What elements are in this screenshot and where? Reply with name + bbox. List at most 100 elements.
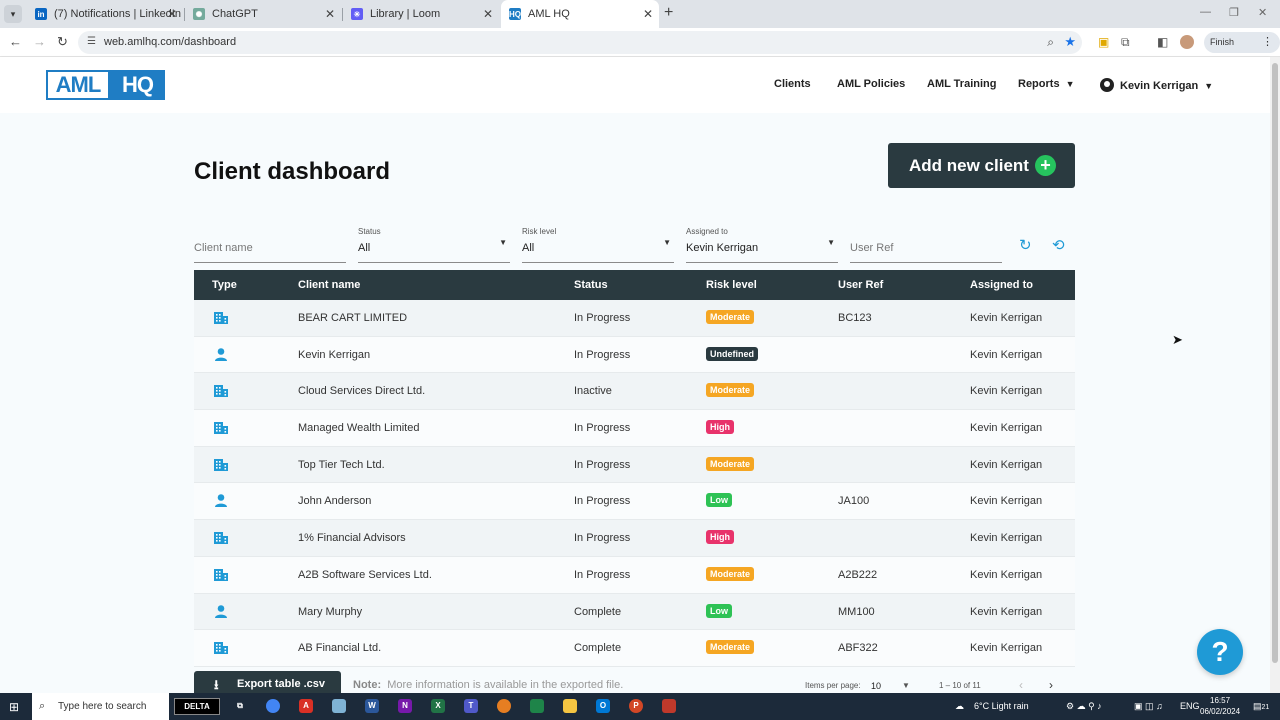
minimize-icon[interactable]: —	[1200, 6, 1211, 18]
caret-down-icon[interactable]: ▼	[902, 681, 910, 690]
app-header: AML HQ Clients AML Policies AML Training…	[0, 57, 1270, 113]
excel-icon[interactable]: X	[431, 699, 445, 713]
side-panel-icon[interactable]: ◧	[1157, 35, 1168, 49]
client-name-cell[interactable]: Managed Wealth Limited	[298, 422, 419, 434]
acrobat-icon[interactable]: A	[299, 699, 313, 713]
restore-icon[interactable]: ❐	[1229, 6, 1239, 19]
nav-aml-policies[interactable]: AML Policies	[837, 78, 905, 90]
app-icon[interactable]	[332, 699, 346, 713]
refresh-icon[interactable]: ↻	[1019, 236, 1032, 254]
tray-icons[interactable]: ▣ ◫ ♫	[1134, 701, 1163, 712]
zoom-icon[interactable]: ⌕	[1047, 35, 1054, 50]
extensions-puzzle-icon[interactable]: ⧉	[1121, 35, 1130, 50]
table-row[interactable]: Mary Murphy Complete Low MM100 Kevin Kerriga…	[194, 593, 1075, 631]
bookmark-star-icon[interactable]: ★	[1064, 34, 1076, 50]
powerpoint-icon[interactable]: P	[629, 699, 643, 713]
scrollbar-thumb[interactable]	[1272, 63, 1278, 663]
reset-filters-icon[interactable]: ⟲	[1052, 236, 1065, 254]
status-cell: In Progress	[574, 532, 631, 545]
new-tab-button[interactable]: +	[664, 4, 673, 22]
profile-avatar[interactable]	[1180, 35, 1194, 49]
column-header-user-ref[interactable]: User Ref	[838, 279, 883, 291]
client-name-cell[interactable]: Cloud Services Direct Ltd.	[298, 385, 425, 397]
notifications-icon[interactable]: ▤21	[1253, 701, 1269, 712]
table-row[interactable]: Top Tier Tech Ltd. In Progress Moderate Kev…	[194, 446, 1075, 484]
risk-level-filter[interactable]: Risk level All ▼	[522, 227, 674, 263]
site-info-icon[interactable]: ☰	[87, 36, 96, 47]
column-header-client-name[interactable]: Client name	[298, 279, 360, 291]
amlhq-logo[interactable]: AML HQ	[46, 70, 165, 100]
table-row[interactable]: Cloud Services Direct Ltd. Inactive Modera…	[194, 373, 1075, 411]
tab-linkedin[interactable]: in (7) Notifications | LinkedIn ✕	[27, 0, 183, 28]
file-explorer-icon[interactable]	[563, 699, 577, 713]
url-field[interactable]: ☰ web.amlhq.com/dashboard ⌕ ★	[78, 31, 1082, 54]
table-row[interactable]: AB Financial Ltd. Complete Moderate ABF322 K…	[194, 630, 1075, 667]
close-icon[interactable]: ✕	[167, 7, 177, 21]
table-row[interactable]: Managed Wealth Limited In Progress High Kev…	[194, 410, 1075, 447]
windows-start-icon[interactable]: ⊞	[9, 700, 19, 714]
tray-icons[interactable]: ⚙ ☁ ⚲ ♪	[1066, 701, 1102, 712]
app-icon[interactable]	[662, 699, 676, 713]
tab-chatgpt[interactable]: ✺ ChatGPT ✕	[185, 0, 341, 28]
assigned-to-filter[interactable]: Assigned to Kevin Kerrigan ▼	[686, 227, 838, 263]
window-close-icon[interactable]: ✕	[1258, 6, 1267, 19]
finish-update-button[interactable]: Finish update ⋮	[1204, 32, 1280, 68]
extension-icon[interactable]: ▣	[1098, 35, 1109, 49]
table-row[interactable]: Kevin Kerrigan In Progress Undefined Kevin …	[194, 336, 1075, 374]
client-name-filter[interactable]: Client name	[194, 227, 346, 263]
app-icon[interactable]	[530, 699, 544, 713]
word-icon[interactable]: W	[365, 699, 379, 713]
user-ref-filter[interactable]: User Ref	[850, 227, 1002, 263]
outlook-icon[interactable]: O	[596, 699, 610, 713]
client-name-cell[interactable]: A2B Software Services Ltd.	[298, 569, 432, 581]
table-row[interactable]: 1% Financial Advisors In Progress High Kevi…	[194, 520, 1075, 557]
table-row[interactable]: John Anderson In Progress Low JA100 Kevin Ke…	[194, 483, 1075, 521]
column-header-type[interactable]: Type	[212, 279, 237, 291]
page-scrollbar[interactable]	[1270, 57, 1280, 693]
client-name-cell[interactable]: BEAR CART LIMITED	[298, 312, 407, 324]
add-new-client-button[interactable]: Add new client +	[888, 143, 1075, 188]
reload-icon[interactable]: ↻	[57, 34, 68, 50]
client-name-cell[interactable]: Top Tier Tech Ltd.	[298, 459, 385, 471]
teams-icon[interactable]: T	[464, 699, 478, 713]
language-indicator[interactable]: ENG	[1180, 701, 1200, 711]
delta-app-button[interactable]: DELTA	[174, 698, 220, 715]
client-name-cell[interactable]: Kevin Kerrigan	[298, 349, 370, 361]
client-name-cell[interactable]: John Anderson	[298, 495, 371, 507]
taskbar-clock[interactable]: 16:57 06/02/2024	[1200, 695, 1240, 717]
column-header-risk-level[interactable]: Risk level	[706, 279, 757, 291]
client-name-cell[interactable]: 1% Financial Advisors	[298, 532, 406, 544]
onenote-icon[interactable]: N	[398, 699, 412, 713]
chrome-icon[interactable]	[266, 699, 280, 713]
more-options-icon[interactable]: ⋮	[1262, 32, 1273, 53]
user-menu[interactable]: Kevin Kerrigan ▼	[1100, 78, 1213, 92]
table-row[interactable]: BEAR CART LIMITED In Progress Moderate BC12…	[194, 300, 1075, 337]
app-icon[interactable]	[497, 699, 511, 713]
table-row[interactable]: A2B Software Services Ltd. In Progress Mod…	[194, 556, 1075, 594]
tab-search-button[interactable]: ▾	[4, 5, 22, 23]
close-icon[interactable]: ✕	[325, 7, 335, 21]
column-header-assigned-to[interactable]: Assigned to	[970, 279, 1033, 291]
next-page-icon[interactable]: ›	[1049, 678, 1053, 692]
column-header-status[interactable]: Status	[574, 279, 608, 291]
address-bar: ← → ↻ ☰ web.amlhq.com/dashboard ⌕ ★ ▣ ⧉ …	[0, 28, 1280, 68]
forward-icon[interactable]: →	[33, 34, 46, 49]
items-per-page-select[interactable]: 10	[871, 681, 881, 691]
weather-text[interactable]: 6°C Light rain	[974, 701, 1029, 711]
close-icon[interactable]: ✕	[643, 7, 653, 21]
task-view-icon[interactable]: ⧉	[233, 699, 247, 713]
nav-aml-training[interactable]: AML Training	[927, 78, 996, 90]
nav-clients[interactable]: Clients	[774, 78, 811, 90]
back-icon[interactable]: ←	[9, 34, 22, 49]
tab-loom[interactable]: ✳ Library | Loom ✕	[343, 0, 499, 28]
client-name-cell[interactable]: AB Financial Ltd.	[298, 642, 381, 654]
linkedin-icon: in	[35, 8, 47, 20]
nav-reports[interactable]: Reports ▼	[1018, 78, 1074, 90]
prev-page-icon[interactable]: ‹	[1019, 678, 1023, 692]
help-button[interactable]: ?	[1197, 629, 1243, 675]
client-name-cell[interactable]: Mary Murphy	[298, 606, 362, 618]
tab-amlhq[interactable]: HQ AML HQ ✕	[501, 0, 659, 28]
close-icon[interactable]: ✕	[483, 7, 493, 21]
taskbar-search[interactable]: ⌕ Type here to search	[32, 693, 169, 720]
status-filter[interactable]: Status All ▼	[358, 227, 510, 263]
